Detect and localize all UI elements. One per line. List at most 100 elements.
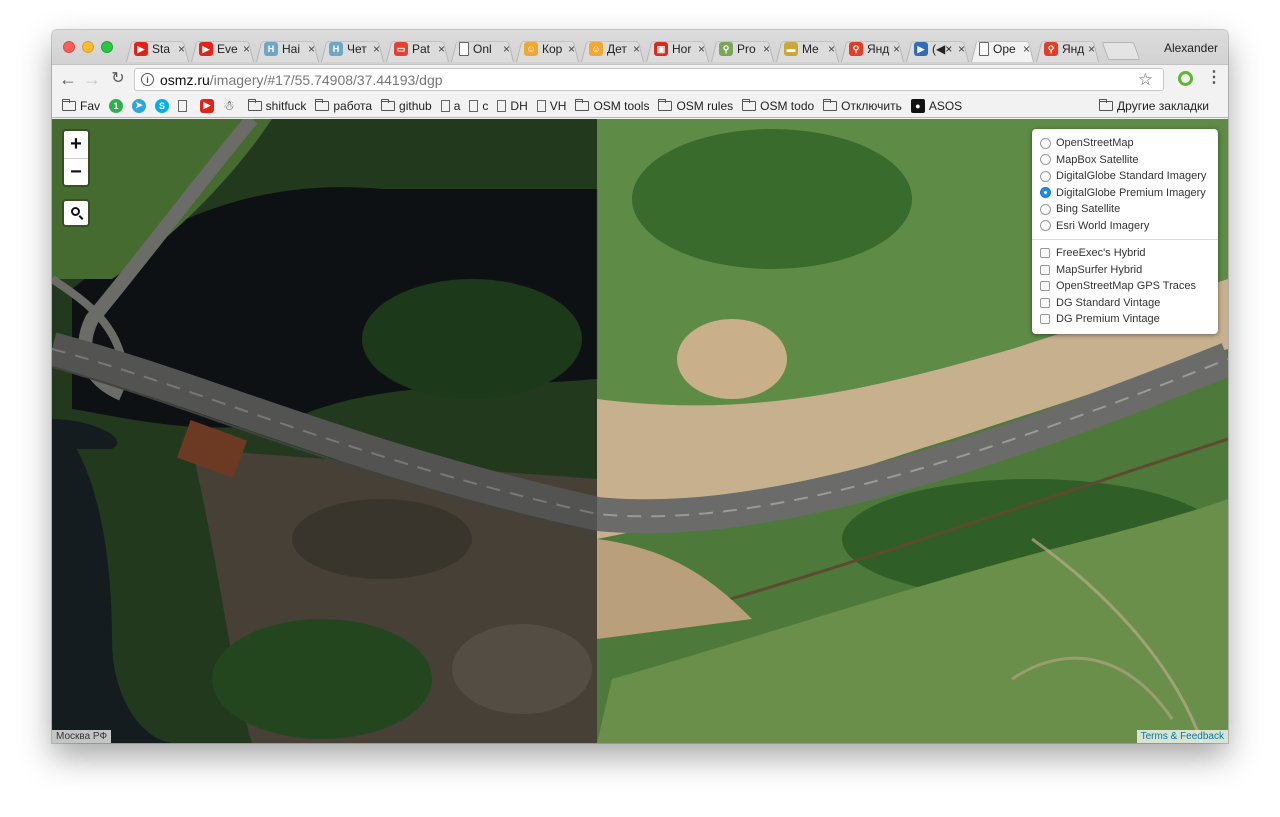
tab-title: Янд — [867, 42, 890, 56]
tab[interactable]: H Чет × — [319, 36, 386, 62]
bookmark-item[interactable]: OSM todo — [742, 98, 815, 113]
attribution-left: Москва РФ — [52, 730, 112, 743]
overlay-layer-option[interactable]: DG Premium Vintage — [1040, 311, 1210, 328]
bookmark-item[interactable]: Fav — [62, 98, 100, 113]
tab-close-icon[interactable]: × — [243, 42, 250, 56]
tab[interactable]: ▬ Me × — [774, 36, 841, 62]
bookmark-item[interactable]: c — [469, 99, 488, 113]
new-tab-button[interactable] — [1105, 42, 1137, 60]
back-button[interactable]: ← — [58, 69, 78, 89]
bookmark-item[interactable]: DH — [497, 99, 528, 113]
radio-button[interactable] — [1040, 170, 1051, 182]
search-button[interactable] — [62, 199, 90, 227]
overlay-layer-option[interactable]: FreeExec's Hybrid — [1040, 245, 1210, 262]
bookmark-item[interactable]: S — [155, 98, 170, 113]
bookmark-item[interactable]: Отключить — [823, 98, 902, 113]
tab[interactable]: ▶ (◀× × — [904, 36, 971, 62]
wrench-icon: ⚲ — [719, 42, 733, 56]
tab[interactable]: ⚲ Pro × — [709, 36, 776, 62]
base-layer-option[interactable]: Bing Satellite — [1040, 201, 1210, 218]
tab[interactable]: Onl × — [449, 36, 516, 62]
bookmark-item[interactable]: VH — [536, 99, 566, 113]
checkbox[interactable] — [1040, 314, 1050, 325]
tab-close-icon[interactable]: × — [178, 42, 185, 56]
bookmark-item[interactable]: работа — [315, 98, 372, 113]
bookmark-label: OSM todo — [760, 98, 815, 113]
base-layer-option[interactable]: OpenStreetMap — [1040, 135, 1210, 152]
radio-button[interactable] — [1040, 137, 1051, 149]
map-view[interactable]: + − OpenStreetMap MapBox Satellite Digital… — [52, 119, 1228, 743]
bookmark-item[interactable]: ▶ — [200, 98, 215, 113]
profile-name[interactable]: Alexander — [1164, 41, 1218, 55]
zoom-in-button[interactable]: + — [64, 131, 88, 158]
radio-button[interactable] — [1040, 220, 1051, 232]
overlay-layer-option[interactable]: OpenStreetMap GPS Traces — [1040, 278, 1210, 295]
tab-close-icon[interactable]: × — [698, 42, 705, 56]
tab-title: Кор — [542, 42, 563, 56]
bookmark-item[interactable]: shitfuck — [247, 98, 306, 113]
tab-close-icon[interactable]: × — [893, 42, 900, 56]
layers-control: OpenStreetMap MapBox Satellite DigitalGlob… — [1032, 129, 1218, 334]
address-bar[interactable]: i osmz.ru/imagery/#17/55.74908/37.44193/… — [134, 68, 1164, 91]
reload-button[interactable]: ↻ — [108, 69, 128, 89]
minimize-window-button[interactable] — [82, 41, 94, 53]
layer-label: Esri World Imagery — [1056, 219, 1150, 232]
bookmark-item[interactable]: a — [440, 99, 460, 113]
base-layer-option[interactable]: Esri World Imagery — [1040, 218, 1210, 235]
asos-icon: ● — [910, 98, 925, 113]
tab[interactable]: ⚲ Янд × — [1034, 36, 1101, 62]
page-icon — [536, 99, 546, 112]
info-icon[interactable]: i — [141, 73, 154, 86]
tab-close-icon[interactable]: × — [1088, 42, 1095, 56]
tab-close-icon[interactable]: × — [828, 42, 835, 56]
extension-icon[interactable] — [1178, 71, 1193, 86]
bookmark-item[interactable]: ☃ — [223, 98, 239, 114]
base-layer-option[interactable]: DigitalGlobe Standard Imagery — [1040, 168, 1210, 185]
bookmark-item[interactable]: OSM tools — [575, 98, 649, 113]
overlay-layer-option[interactable]: DG Standard Vintage — [1040, 295, 1210, 312]
checkbox[interactable] — [1040, 264, 1050, 275]
tab[interactable]: ⚲ Янд × — [839, 36, 906, 62]
forward-button[interactable]: → — [82, 69, 102, 89]
tab-close-icon[interactable]: × — [568, 42, 575, 56]
bookmark-item[interactable] — [178, 99, 191, 112]
tab-close-icon[interactable]: × — [958, 42, 965, 56]
checkbox[interactable] — [1040, 281, 1050, 292]
bookmark-item[interactable]: OSM rules — [658, 98, 733, 113]
tab[interactable]: Ope × — [969, 36, 1036, 62]
fullscreen-window-button[interactable] — [101, 41, 113, 53]
overlay-layer-option[interactable]: MapSurfer Hybrid — [1040, 262, 1210, 279]
tab-close-icon[interactable]: × — [438, 42, 445, 56]
checkbox[interactable] — [1040, 297, 1050, 308]
bookmark-item[interactable]: 1 — [109, 98, 124, 113]
radio-button[interactable] — [1040, 187, 1051, 199]
base-layer-option[interactable]: DigitalGlobe Premium Imagery — [1040, 185, 1210, 202]
folder-icon — [823, 98, 838, 111]
tab-close-icon[interactable]: × — [633, 42, 640, 56]
tab[interactable]: ▭ Pat × — [384, 36, 451, 62]
tab-close-icon[interactable]: × — [763, 42, 770, 56]
tab[interactable]: ☺ Дет × — [579, 36, 646, 62]
tab-close-icon[interactable]: × — [1023, 42, 1030, 56]
bookmark-item[interactable]: github — [381, 98, 432, 113]
tab[interactable]: ▶ Eve × — [189, 36, 256, 62]
tab-close-icon[interactable]: × — [373, 42, 380, 56]
tab-close-icon[interactable]: × — [308, 42, 315, 56]
tab[interactable]: H Hai × — [254, 36, 321, 62]
bookmark-item[interactable]: ● ASOS — [910, 98, 962, 113]
base-layer-option[interactable]: MapBox Satellite — [1040, 152, 1210, 169]
close-window-button[interactable] — [63, 41, 75, 53]
bookmark-item[interactable]: ➤ — [132, 98, 147, 113]
tab-close-icon[interactable]: × — [503, 42, 510, 56]
bookmark-star-icon[interactable]: ☆ — [1138, 70, 1153, 90]
tab[interactable]: ▶ Sta × — [124, 36, 191, 62]
other-bookmarks-folder[interactable]: Другие закладки — [1099, 98, 1209, 113]
checkbox[interactable] — [1040, 248, 1050, 259]
radio-button[interactable] — [1040, 203, 1051, 215]
radio-button[interactable] — [1040, 154, 1051, 166]
terms-feedback-link[interactable]: Terms & Feedback — [1136, 730, 1228, 743]
zoom-out-button[interactable]: − — [64, 158, 88, 185]
tab[interactable]: ☺ Кор × — [514, 36, 581, 62]
menu-icon[interactable]: ⋮ — [1206, 69, 1222, 87]
tab[interactable]: ▣ Hor × — [644, 36, 711, 62]
